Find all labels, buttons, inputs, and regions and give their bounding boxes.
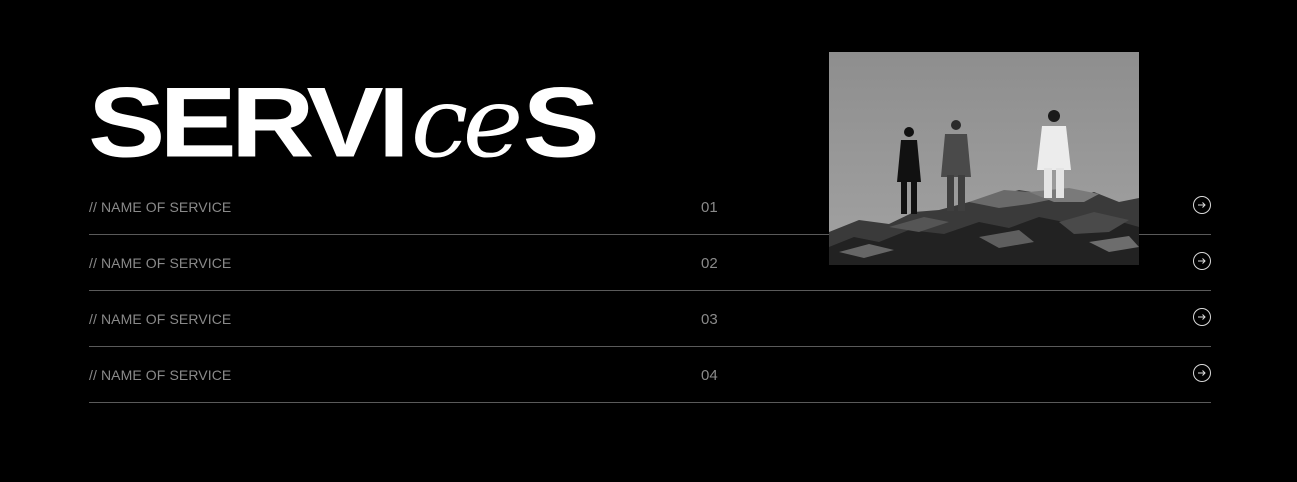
service-number: 01 (701, 199, 718, 216)
title-part-sans-end: S (522, 66, 599, 179)
arrow-right-circle-icon[interactable] (1193, 308, 1211, 326)
page-title: SERVIceS (88, 56, 600, 172)
service-row-4[interactable]: // NAME OF SERVICE 04 (89, 347, 1211, 403)
service-row-3[interactable]: // NAME OF SERVICE 03 (89, 291, 1211, 347)
service-name: // NAME OF SERVICE (89, 311, 232, 327)
arrow-right-circle-icon[interactable] (1193, 364, 1211, 382)
service-name: // NAME OF SERVICE (89, 367, 232, 383)
title-part-italic: ce (410, 66, 524, 180)
service-preview-photo (829, 52, 1139, 265)
arrow-right-circle-icon[interactable] (1193, 196, 1211, 214)
service-name: // NAME OF SERVICE (89, 199, 232, 215)
title-part-sans: SERVI (88, 66, 410, 179)
services-section: SERVIceS // NAME OF SERVICE 01 // NAME O… (0, 0, 1297, 482)
service-number: 04 (701, 367, 718, 384)
arrow-right-circle-icon[interactable] (1193, 252, 1211, 270)
service-name: // NAME OF SERVICE (89, 255, 232, 271)
service-number: 02 (701, 255, 718, 272)
service-number: 03 (701, 311, 718, 328)
